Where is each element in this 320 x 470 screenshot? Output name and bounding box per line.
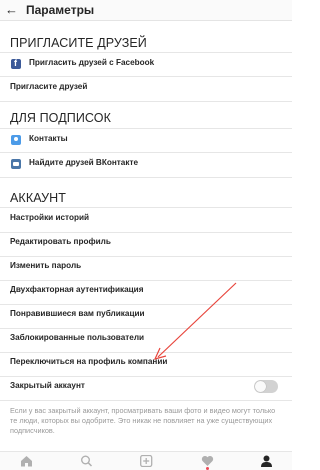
liked-posts-row[interactable]: Понравившиеся вам публикации [0, 304, 292, 328]
contacts-label: Контакты [29, 134, 68, 143]
change-password-row[interactable]: Изменить пароль [0, 256, 292, 280]
private-account-footnote: Если у вас закрытый аккаунт, просматрива… [10, 406, 276, 435]
two-factor-label: Двухфакторная аутентификация [10, 285, 144, 294]
edit-profile-label: Редактировать профиль [10, 237, 111, 246]
switch-business-label: Переключиться на профиль компании [10, 357, 168, 366]
edit-profile-row[interactable]: Редактировать профиль [0, 232, 292, 256]
page-title: Параметры [26, 3, 95, 17]
top-bar: ← Параметры [0, 0, 292, 21]
private-account-label: Закрытый аккаунт [10, 381, 85, 390]
story-settings-label: Настройки историй [10, 213, 90, 222]
invite-facebook-label: Пригласить друзей с Facebook [29, 58, 155, 67]
add-icon[interactable] [140, 455, 154, 467]
private-account-row[interactable]: Закрытый аккаунт [0, 376, 292, 400]
change-password-label: Изменить пароль [10, 261, 82, 270]
two-factor-row[interactable]: Двухфакторная аутентификация [0, 280, 292, 304]
blocked-users-label: Заблокированные пользователи [10, 333, 145, 342]
contacts-row[interactable]: Контакты [0, 129, 292, 153]
section-title-follow: ДЛЯ ПОДПИСОК [10, 111, 111, 125]
private-account-toggle[interactable] [254, 380, 278, 393]
invite-friends-row[interactable]: Пригласите друзей [0, 77, 292, 101]
facebook-icon [11, 58, 21, 69]
vk-icon [11, 159, 21, 169]
heart-icon[interactable] [201, 455, 215, 467]
profile-icon[interactable] [260, 455, 274, 467]
toggle-knob [255, 381, 266, 392]
invite-friends-label: Пригласите друзей [10, 82, 88, 91]
story-settings-row[interactable]: Настройки историй [0, 208, 292, 232]
blocked-users-row[interactable]: Заблокированные пользователи [0, 328, 292, 352]
vk-friends-label: Найдите друзей ВКонтакте [29, 158, 139, 167]
search-icon[interactable] [80, 455, 94, 467]
section-title-invite: ПРИГЛАСИТЕ ДРУЗЕЙ [10, 36, 147, 50]
divider [0, 400, 292, 401]
invite-facebook-row[interactable]: Пригласить друзей с Facebook [0, 53, 292, 77]
bottom-tab-bar [0, 451, 292, 470]
switch-business-row[interactable]: Переключиться на профиль компании [0, 352, 292, 376]
liked-posts-label: Понравившиеся вам публикации [10, 309, 145, 318]
contacts-icon [11, 135, 21, 145]
divider [0, 177, 292, 178]
home-icon[interactable] [20, 455, 34, 467]
divider [0, 101, 292, 102]
vk-friends-row[interactable]: Найдите друзей ВКонтакте [0, 153, 292, 177]
arrow-left-icon[interactable]: ← [5, 2, 18, 18]
section-title-account: АККАУНТ [10, 191, 66, 205]
